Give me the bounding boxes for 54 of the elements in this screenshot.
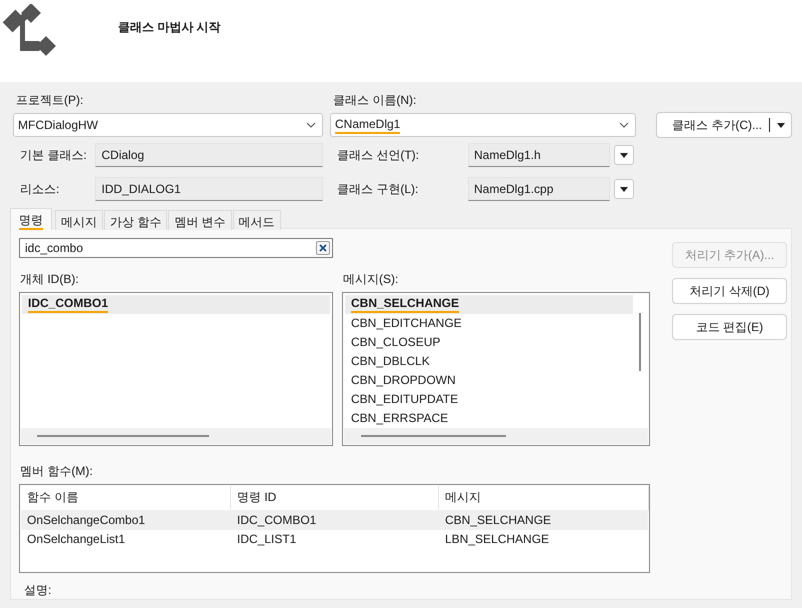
table-cell-text: IDC_LIST1: [236, 532, 298, 546]
base-class-field: CDialog: [95, 143, 323, 167]
list-item[interactable]: CBN_EDITUPDATE: [345, 390, 633, 409]
base-class-label: 기본 클래스:: [19, 146, 88, 164]
column-header[interactable]: 함수 이름: [21, 486, 231, 510]
message-label: 메시지(S):: [342, 270, 400, 288]
caret-icon: [777, 122, 785, 128]
table-cell-text: OnSelchangeList1: [26, 532, 126, 546]
tab[interactable]: 메서드: [232, 210, 281, 230]
tab[interactable]: 멤버 변수: [168, 210, 232, 230]
chevron-down-icon: [306, 122, 316, 128]
class-implementation-label: 클래스 구현(L):: [336, 180, 420, 198]
column-header[interactable]: 메시지: [439, 486, 649, 510]
column-header[interactable]: 명령 ID: [231, 486, 439, 510]
table-cell-text: CBN_SELCHANGE: [444, 513, 552, 528]
action-button[interactable]: 코드 편집(E): [672, 314, 787, 340]
action-button[interactable]: 처리기 삭제(D): [672, 278, 787, 304]
class-declaration-label: 클래스 선언(T):: [336, 146, 420, 164]
wizard-title: 클래스 마법사 시작: [118, 19, 221, 36]
member-functions-label: 멤버 함수(M):: [19, 462, 94, 480]
caret-icon: [620, 152, 628, 158]
object-id-label: 개체 ID(B):: [19, 270, 80, 288]
resource-field: IDD_DIALOG1: [95, 177, 323, 201]
class-declaration-field: NameDlg1.h: [468, 143, 610, 167]
list-item[interactable]: CBN_ERRSPACE: [345, 408, 633, 428]
table-cell-text: OnSelchangeCombo1: [26, 513, 146, 528]
project-label: 프로젝트(P):: [15, 92, 84, 109]
close-icon[interactable]: [316, 240, 330, 255]
tab[interactable]: 메시지: [55, 210, 103, 230]
scrollbar[interactable]: [344, 428, 648, 444]
chevron-down-icon: [619, 122, 629, 128]
resource-label: 리소스:: [19, 180, 60, 198]
list-item[interactable]: CBN_EDITCHANGE: [345, 314, 633, 333]
tab[interactable]: 명령: [10, 208, 52, 230]
add-class-button[interactable]: 클래스 추가(C)...: [656, 112, 792, 138]
list-item[interactable]: CBN_DROPDOWN: [345, 370, 633, 390]
project-combobox[interactable]: MFCDialogHW: [13, 113, 323, 137]
class-name-combobox[interactable]: CNameDlg1: [330, 113, 636, 137]
caret-icon: [620, 186, 628, 192]
declaration-dropdown-button[interactable]: [614, 145, 634, 165]
table-cell-text: IDC_COMBO1: [236, 513, 318, 528]
search-field[interactable]: idc_combo: [19, 238, 333, 258]
class-name-label: 클래스 이름(N):: [332, 92, 418, 109]
description-label: 설명:: [23, 582, 52, 599]
scrollbar[interactable]: [639, 312, 641, 371]
list-item[interactable]: CBN_DBLCLK: [345, 352, 633, 371]
list-item[interactable]: CBN_CLOSEUP: [345, 332, 633, 352]
list-item[interactable]: IDC_COMBO1: [22, 294, 330, 314]
scrollbar[interactable]: [21, 428, 331, 444]
implementation-dropdown-button[interactable]: [614, 179, 634, 199]
list-item[interactable]: CBN_SELCHANGE: [345, 294, 633, 314]
tab[interactable]: 가상 함수: [104, 210, 168, 230]
table-cell-text: LBN_SELCHANGE: [444, 532, 550, 546]
class-implementation-field: NameDlg1.cpp: [468, 177, 610, 201]
